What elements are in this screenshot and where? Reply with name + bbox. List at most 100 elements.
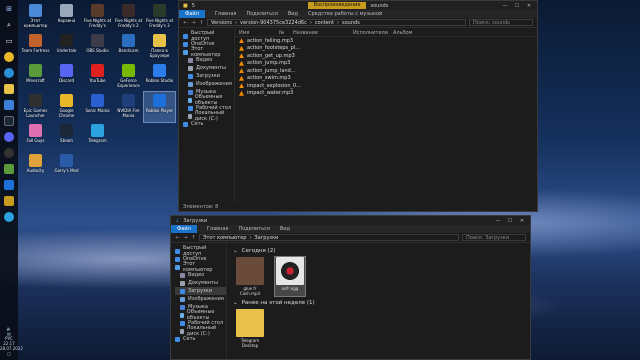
desktop-icon-item[interactable]: Корзина	[51, 2, 82, 32]
desktop-icon-item[interactable]: Steam	[51, 122, 82, 152]
forward-arrow-icon[interactable]: →	[191, 20, 196, 26]
desktop-icon-item[interactable]: NVIDIA Fire Mania	[113, 92, 144, 122]
address-path[interactable]: Versions › version-904375ce3224d6c › conte…	[207, 19, 466, 26]
desktop-icon-item[interactable]: Fall Guys	[20, 122, 51, 152]
sidebar-item[interactable]: Изображения	[183, 80, 234, 88]
desktop-icon-item[interactable]: Папка в Браузере	[144, 32, 175, 62]
ribbon-tab-share[interactable]: Поделиться	[238, 226, 269, 232]
file-row[interactable]: action_swim.mp3	[235, 75, 537, 83]
desktop-icon-item[interactable]: Telegram	[82, 122, 113, 152]
address-path[interactable]: Этот компьютер › Загрузки	[199, 234, 459, 241]
desktop-icon-item[interactable]: Five Nights at Freddy's 2	[113, 2, 144, 32]
search-input[interactable]: Поиск: Загрузки	[462, 234, 526, 241]
sidebar-item[interactable]: Документы	[183, 64, 234, 72]
notifications-icon[interactable]: ▢	[0, 351, 18, 356]
sidebar-item[interactable]: Локальный диск (C:)	[175, 325, 226, 337]
file-row[interactable]: impact_water.mp3	[235, 90, 537, 98]
context-tab-playback[interactable]: Воспроизведение	[307, 2, 367, 9]
up-arrow-icon[interactable]: ↑	[191, 235, 196, 241]
group-header-today[interactable]: ⌄ Сегодня (2)	[227, 244, 530, 257]
sidebar-item[interactable]: Быстрый доступ	[183, 30, 234, 42]
file-tile[interactable]: oof².ogg	[274, 256, 306, 297]
breadcrumb-version[interactable]: version-904375ce3224d6c	[240, 20, 307, 26]
column-name[interactable]: Имя	[239, 30, 279, 36]
sidebar-item[interactable]: Изображения	[175, 295, 226, 303]
sidebar-item[interactable]: Быстрый доступ	[175, 245, 226, 257]
desktop-icon-item[interactable]: Этот компьютер	[20, 2, 51, 32]
maximize-button[interactable]: ☐	[513, 3, 521, 9]
minimize-button[interactable]: —	[501, 3, 509, 9]
ribbon-tab-view[interactable]: Вид	[280, 226, 290, 232]
ribbon-tab-view[interactable]: Вид	[288, 11, 298, 17]
file-row[interactable]: action_jump.mp3	[235, 60, 537, 68]
ribbon-tab-share[interactable]: Поделиться	[246, 11, 277, 17]
chrome-icon[interactable]	[4, 52, 14, 62]
desktop-icon-item[interactable]: Five Nights at Freddy's	[82, 2, 113, 32]
ribbon-file-tab[interactable]: Файл	[179, 10, 205, 18]
desktop-icon-item[interactable]: Undertale	[51, 32, 82, 62]
desktop-icon-item[interactable]: Epic Games Launcher	[20, 92, 51, 122]
file-row[interactable]: action_falling.mp3	[235, 37, 537, 45]
desktop-icon-item[interactable]: Sonic Mania	[82, 92, 113, 122]
roblox-icon[interactable]	[4, 180, 14, 190]
up-arrow-icon[interactable]: ↑	[199, 20, 204, 26]
breadcrumb-this-pc[interactable]: Этот компьютер	[203, 235, 246, 241]
desktop-icon-item[interactable]: Minecraft	[20, 62, 51, 92]
sidebar-item[interactable]: Этот компьютер	[175, 261, 226, 273]
task-view-icon[interactable]: ▭	[4, 36, 14, 46]
title-bar[interactable]: ■ 5 Воспроизведение sounds — ☐ ✕	[179, 1, 537, 10]
column-album[interactable]: Альбом	[393, 30, 433, 36]
sidebar-item[interactable]: Документы	[175, 279, 226, 287]
file-tile[interactable]: Telegram Desktop	[235, 309, 265, 348]
desktop-icon-item[interactable]: Garry's Mod	[51, 152, 82, 182]
file-row[interactable]: action_jump_land...	[235, 67, 537, 75]
close-button[interactable]: ✕	[518, 218, 526, 224]
chevron-down-icon[interactable]: ⌄	[233, 300, 238, 306]
column-title[interactable]: Название	[293, 30, 353, 36]
ribbon-tab-home[interactable]: Главная	[207, 226, 229, 232]
breadcrumb-content[interactable]: content	[315, 20, 334, 26]
back-arrow-icon[interactable]: ←	[175, 235, 180, 241]
sidebar-item[interactable]: Загрузки	[183, 72, 234, 80]
desktop-icon-item[interactable]: GeForce Experience	[113, 62, 144, 92]
desktop-icon-item[interactable]: Roblox Player	[143, 91, 176, 123]
edge-icon[interactable]	[4, 68, 14, 78]
group-header-week[interactable]: ⌄ Ранее на этой неделе (1)	[227, 296, 530, 309]
close-button[interactable]: ✕	[525, 3, 533, 9]
folder-icon[interactable]	[4, 84, 14, 94]
sidebar-item[interactable]: Этот компьютер	[183, 46, 234, 58]
store-icon[interactable]	[4, 100, 14, 110]
discord-icon[interactable]	[4, 132, 14, 142]
chevron-down-icon[interactable]: ⌄	[233, 248, 238, 254]
desktop-icon-item[interactable]: Discord	[51, 62, 82, 92]
breadcrumb-downloads[interactable]: Загрузки	[254, 235, 278, 241]
desktop-icon-item[interactable]: Team Fortress	[20, 32, 51, 62]
title-bar[interactable]: ↓ Загрузки — ☐ ✕	[171, 216, 530, 225]
explorer-icon[interactable]	[4, 196, 14, 206]
breadcrumb-sounds[interactable]: sounds	[342, 20, 360, 26]
file-tile[interactable]: glue fr Cash.mp4	[235, 257, 265, 296]
back-arrow-icon[interactable]: ←	[183, 20, 188, 26]
ribbon-tab-music-tools[interactable]: Средства работы с музыкой	[308, 11, 382, 17]
steam-icon[interactable]	[4, 116, 14, 126]
file-row[interactable]: action_footsteps_pl...	[235, 45, 537, 53]
desktop-icon-item[interactable]: OBS Studio	[82, 32, 113, 62]
start-icon[interactable]: ⊞	[4, 4, 14, 14]
breadcrumb-versions[interactable]: Versions	[211, 20, 232, 26]
minimize-button[interactable]: —	[494, 218, 502, 224]
ribbon-file-tab[interactable]: Файл	[171, 225, 197, 233]
file-row[interactable]: action_get_up.mp3	[235, 52, 537, 60]
sidebar-item[interactable]: Загрузки	[175, 287, 226, 295]
desktop-icon-item[interactable]: Five Nights at Freddy's 3	[144, 2, 175, 32]
search-icon[interactable]: ⌕	[4, 20, 14, 30]
desktop-icon-item[interactable]: Bandicam	[113, 32, 144, 62]
forward-arrow-icon[interactable]: →	[183, 235, 188, 241]
desktop-icon-item[interactable]: Audacity	[20, 152, 51, 182]
obs-icon[interactable]	[4, 148, 14, 158]
search-input[interactable]: Поиск: sounds	[469, 19, 533, 26]
desktop-icon-item[interactable]: Google Chrome	[51, 92, 82, 122]
minecraft-icon[interactable]	[4, 164, 14, 174]
sidebar-item[interactable]: Объемные объекты	[175, 309, 226, 321]
column-artists[interactable]: Исполнители	[353, 30, 393, 36]
sidebar-item[interactable]: Локальный диск (C:)	[183, 110, 234, 122]
